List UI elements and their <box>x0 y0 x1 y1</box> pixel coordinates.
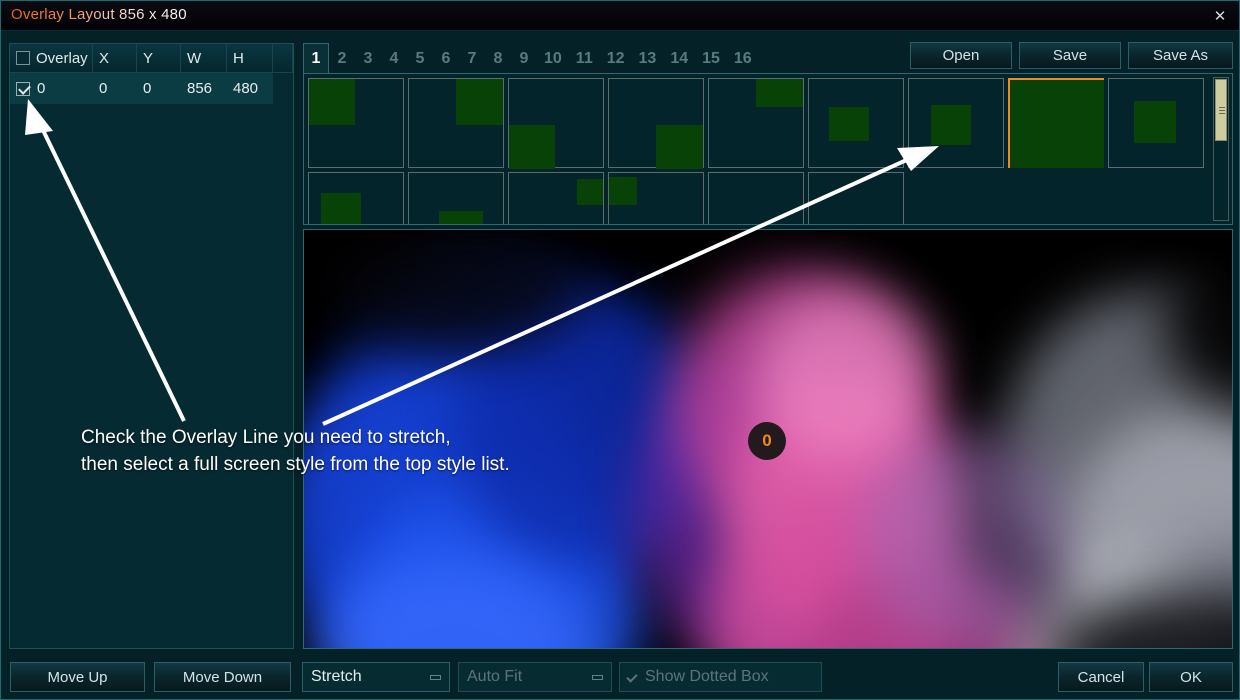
style-segment <box>656 125 703 169</box>
style-segment <box>1134 101 1176 143</box>
style-segment <box>1010 80 1104 168</box>
style-segment <box>309 79 355 125</box>
column-header-x: X <box>93 44 137 72</box>
column-header-h: H <box>227 44 273 72</box>
tab-10[interactable]: 10 <box>537 43 569 74</box>
tab-16[interactable]: 16 <box>727 43 759 74</box>
style-segment <box>456 79 503 125</box>
row-spacer <box>273 73 293 104</box>
column-header-overlay-label: Overlay <box>36 49 88 67</box>
style-segment <box>321 193 361 224</box>
title-bar: Overlay Layout 856 x 480 ✕ <box>1 1 1239 31</box>
overlay-layout-dialog: Overlay Layout 856 x 480 ✕ Overlay X Y W… <box>0 0 1240 700</box>
overlay-table-header: Overlay X Y W H <box>10 44 293 73</box>
tab-1[interactable]: 1 <box>303 43 329 74</box>
tab-6[interactable]: 6 <box>433 43 459 74</box>
style-thumbnail-grid <box>303 73 1233 225</box>
scrollbar-thumb[interactable] <box>1215 79 1227 141</box>
close-icon[interactable]: ✕ <box>1203 3 1237 29</box>
row-w-value: 856 <box>187 80 213 97</box>
move-down-button[interactable]: Move Down <box>154 662 291 692</box>
annotation-line-2: then select a full screen style from the… <box>81 454 510 475</box>
style-thumbnail-3[interactable] <box>508 78 604 169</box>
style-thumbnail-8[interactable] <box>1008 78 1104 168</box>
tab-14[interactable]: 14 <box>663 43 695 74</box>
tab-7[interactable]: 7 <box>459 43 485 74</box>
style-segment <box>609 177 637 205</box>
check-icon <box>626 671 639 684</box>
table-row[interactable]: 0 0 0 856 480 <box>10 73 293 104</box>
style-grid-scrollbar[interactable] <box>1213 77 1229 221</box>
window-title: Overlay Layout 856 x 480 <box>11 6 187 23</box>
cancel-button[interactable]: Cancel <box>1058 662 1144 692</box>
style-thumbnail-11[interactable] <box>408 172 504 224</box>
chevron-down-icon <box>430 675 441 680</box>
save-button[interactable]: Save <box>1019 42 1121 69</box>
bottom-bar: Move Up Move Down Stretch Auto Fit Show … <box>1 659 1239 699</box>
tab-5[interactable]: 5 <box>407 43 433 74</box>
style-thumbnail-13[interactable] <box>608 172 704 224</box>
save-as-button[interactable]: Save As <box>1128 42 1233 69</box>
style-thumbnail-4[interactable] <box>608 78 704 169</box>
style-segment <box>439 211 483 224</box>
tab-4[interactable]: 4 <box>381 43 407 74</box>
style-thumbnail-12[interactable] <box>508 172 604 224</box>
smoke-blob <box>864 430 1064 648</box>
row-h-value: 480 <box>233 80 259 97</box>
tab-8[interactable]: 8 <box>485 43 511 74</box>
tab-13[interactable]: 13 <box>632 43 664 74</box>
chevron-down-icon <box>592 675 603 680</box>
row-overlay-cell: 0 <box>10 73 93 104</box>
style-thumbnail-5[interactable] <box>708 78 804 168</box>
tab-11[interactable]: 11 <box>569 43 600 74</box>
style-thumbnail-10[interactable] <box>308 172 404 224</box>
open-button[interactable]: Open <box>910 42 1012 69</box>
smoke-blob <box>324 230 584 350</box>
tab-9[interactable]: 9 <box>511 43 537 74</box>
row-y-value: 0 <box>143 80 152 97</box>
style-thumbnail-2[interactable] <box>408 78 504 168</box>
row-x-value: 0 <box>99 80 108 97</box>
column-header-y: Y <box>137 44 181 72</box>
show-dotted-box-checkbox[interactable]: Show Dotted Box <box>619 662 822 692</box>
move-up-button[interactable]: Move Up <box>10 662 145 692</box>
overlay-list-panel: Overlay X Y W H 0 0 0 856 480 <box>9 43 294 649</box>
annotation-line-1: Check the Overlay Line you need to stret… <box>81 427 451 448</box>
style-thumbnail-1[interactable] <box>308 78 404 168</box>
stretch-mode-select[interactable]: Stretch <box>302 662 450 692</box>
style-thumbnail-7[interactable] <box>908 78 1004 168</box>
style-page-tabs: 1 2 3 4 5 6 7 8 9 10 11 12 13 14 15 16 <box>303 43 903 74</box>
style-thumbnail-9[interactable] <box>1108 78 1204 168</box>
style-segment <box>577 179 603 205</box>
column-header-spacer <box>273 44 293 72</box>
tab-15[interactable]: 15 <box>695 43 727 74</box>
style-thumbnail-6[interactable] <box>808 78 904 168</box>
ok-button[interactable]: OK <box>1149 662 1233 692</box>
row-checkbox[interactable] <box>16 81 30 96</box>
auto-fit-value: Auto Fit <box>467 668 523 685</box>
scrollbar-grip-icon <box>1219 107 1225 114</box>
style-segment <box>931 105 971 145</box>
select-all-checkbox[interactable] <box>16 51 30 65</box>
auto-fit-select[interactable]: Auto Fit <box>458 662 612 692</box>
style-segment <box>509 125 555 169</box>
tab-3[interactable]: 3 <box>355 43 381 74</box>
style-thumbnail-15[interactable] <box>808 172 904 224</box>
overlay-index-badge[interactable]: 0 <box>748 422 786 460</box>
column-header-overlay: Overlay <box>10 44 93 72</box>
show-dotted-box-label: Show Dotted Box <box>645 668 769 685</box>
style-segment <box>829 107 869 141</box>
style-thumbnail-14[interactable] <box>708 172 804 224</box>
row-overlay-label: 0 <box>37 80 46 97</box>
tab-2[interactable]: 2 <box>329 43 355 74</box>
tab-12[interactable]: 12 <box>600 43 632 74</box>
stretch-mode-value: Stretch <box>311 668 362 685</box>
column-header-w: W <box>181 44 227 72</box>
style-segment <box>756 79 803 107</box>
